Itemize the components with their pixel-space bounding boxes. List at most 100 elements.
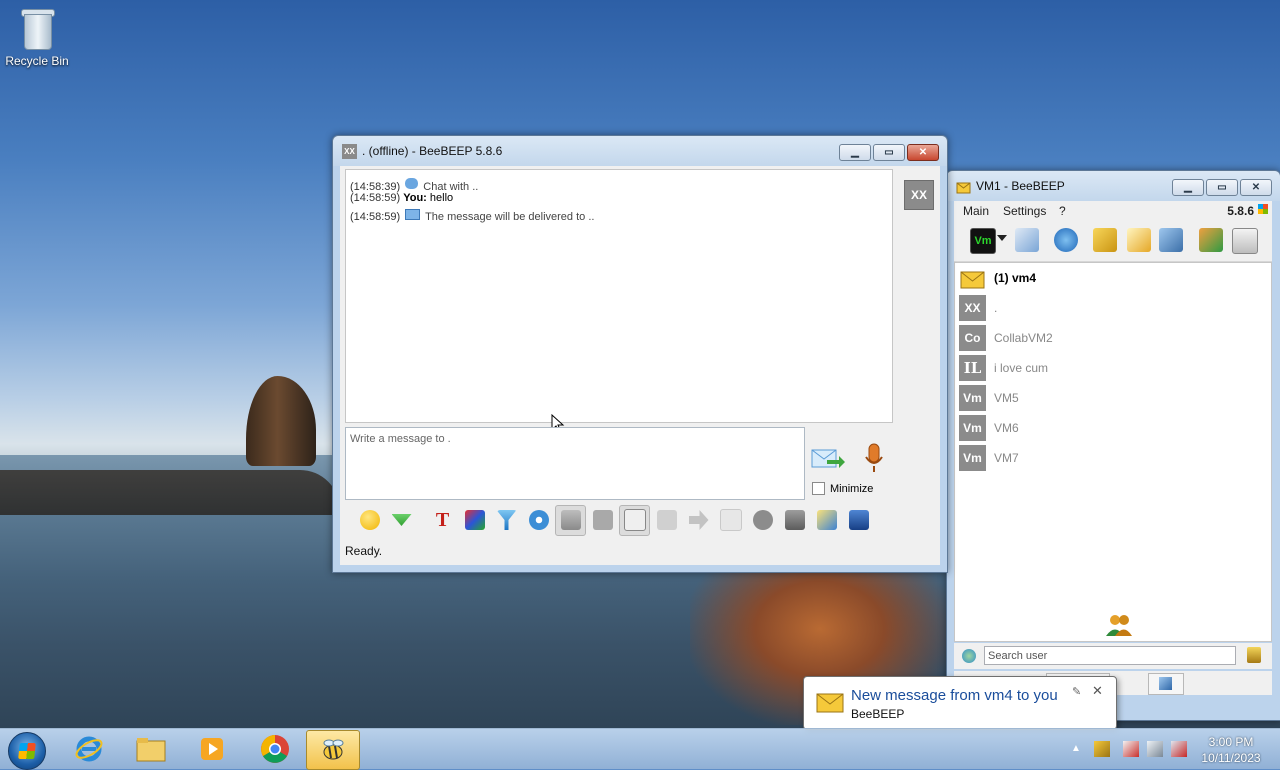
chat-user-avatar[interactable]: XX [904,180,934,210]
status-dropdown-icon[interactable] [997,235,1007,241]
pin-icon[interactable]: ✎ [1072,685,1081,698]
action-center-flag-icon[interactable] [1123,741,1139,757]
write-note-icon[interactable] [1127,228,1151,252]
user-row-vm5[interactable]: Vm VM5 [959,385,1019,411]
html-button[interactable] [715,505,746,536]
recycle-bin-label: Recycle Bin [5,54,69,68]
message-sender: You: [403,192,427,204]
menu-settings[interactable]: Settings [1003,204,1046,218]
minimize-button[interactable]: ▁ [839,144,871,161]
send-icon[interactable] [811,447,845,471]
expand-button[interactable] [386,505,417,536]
tray-expand-icon[interactable]: ▲ [1071,743,1081,754]
save-chat-button[interactable] [779,505,810,536]
close-button[interactable]: ✕ [1240,179,1272,196]
windows-flag-icon [1258,204,1268,214]
font-button[interactable]: T [427,505,458,536]
forward-button[interactable] [683,505,714,536]
tab-files[interactable] [1148,673,1184,695]
taskbar-chrome[interactable] [247,730,303,768]
chat-body: (14:58:39) Chat with .. (14:58:59) You: … [340,166,940,565]
notification-title: New message from vm4 to you [851,687,1058,704]
taskbar-file-explorer[interactable] [123,730,179,768]
clock-time: 3:00 PM [1208,735,1254,749]
taskbar-internet-explorer[interactable] [61,730,117,768]
search-input[interactable]: Search user [984,646,1236,665]
unread-envelope-icon [960,271,985,289]
message-envelope-icon[interactable] [1093,228,1117,252]
main-toolbar: Vm [954,221,1272,262]
message-input[interactable]: Write a message to . [345,427,805,500]
user-name: i love cum [994,361,1049,375]
clear-search-icon[interactable] [1247,647,1261,663]
minimize-checkbox-box[interactable] [812,482,825,495]
people-icon [1106,615,1132,636]
send-file-button[interactable] [651,505,682,536]
edit-button[interactable] [811,505,842,536]
message-text: hello [429,192,454,204]
taskbar-clock[interactable]: 3:00 PM 10/11/2023 [1198,734,1264,766]
minimize-icon: ▁ [1184,182,1192,193]
settings-button[interactable] [523,505,554,536]
menu-help[interactable]: ? [1059,204,1066,218]
user-row-il[interactable]: IL i love cum [959,355,1048,381]
chat-toolbar: T [354,504,874,536]
maximize-button[interactable]: ▭ [873,144,905,161]
user-row-vm6[interactable]: Vm VM6 [959,415,1019,441]
file-icon [656,510,677,530]
menu-main[interactable]: Main [963,204,989,218]
network-icon[interactable] [1147,741,1163,757]
word-complete-button[interactable] [587,505,618,536]
new-message-notification[interactable]: New message from vm4 to you BeeBEEP ✎ ✕ [803,676,1117,730]
sound-button[interactable] [619,504,650,536]
file-share-icon [1159,677,1172,690]
smiley-icon [359,510,380,530]
taskbar-beebeep[interactable] [306,730,360,770]
clear-icon[interactable] [1232,228,1258,254]
microphone-icon[interactable] [863,443,885,475]
funnel-icon [496,510,517,530]
status-button[interactable]: Vm [970,228,996,254]
share-icon[interactable] [1199,228,1223,252]
user-row-collabvm2[interactable]: Co CollabVM2 [959,325,1053,351]
font-icon: T [435,509,450,531]
spellcheck-button[interactable] [555,504,586,536]
recycle-bin-shortcut[interactable]: Recycle Bin [4,6,70,68]
minimize-checkbox[interactable]: Minimize [812,482,873,495]
user-avatar: Vm [959,445,986,471]
taskbar-media-player[interactable] [184,730,240,768]
beebeep-main-window: VM1 - BeeBEEP ▁ ▭ ✕ Main Settings ? 5.8.… [946,170,1280,721]
word-complete-icon [592,510,613,530]
floppy-icon [848,510,869,530]
volume-muted-icon[interactable] [1171,741,1187,757]
spellcheck-icon [560,510,581,530]
user-name: VM7 [994,451,1019,465]
filter-button[interactable] [491,505,522,536]
tools-icon[interactable] [1159,228,1183,252]
user-row-dot[interactable]: XX . [959,295,997,321]
maximize-icon: ▭ [1217,182,1227,193]
save-button[interactable] [843,505,874,536]
color-palette-icon [464,510,485,530]
emoticon-button[interactable] [354,505,385,536]
media-player-icon [201,738,223,760]
user-row-vm4[interactable]: (1) vm4 [959,265,1036,291]
main-window-titlebar[interactable]: VM1 - BeeBEEP ▁ ▭ ✕ [947,171,1280,201]
note-icon [623,509,646,531]
camera-icon [752,510,773,530]
wallpaper-shore [0,470,340,515]
network-icon[interactable] [1054,228,1078,252]
filter-gear-icon[interactable] [962,649,976,663]
screenshot-button[interactable] [747,505,778,536]
start-button[interactable] [8,732,46,770]
minimize-button[interactable]: ▁ [1172,179,1204,196]
font-color-button[interactable] [459,505,490,536]
message-text: The message will be delivered to .. [425,211,595,223]
chat-window-titlebar[interactable]: XX . (offline) - BeeBEEP 5.8.6 ▁ ▭ ✕ [333,136,947,166]
profile-edit-icon[interactable] [1015,228,1039,252]
user-row-vm7[interactable]: Vm VM7 [959,445,1019,471]
beebeep-tray-icon[interactable] [1094,741,1110,757]
maximize-button[interactable]: ▭ [1206,179,1238,196]
close-icon[interactable]: ✕ [1092,683,1103,699]
close-button[interactable]: ✕ [907,144,939,161]
